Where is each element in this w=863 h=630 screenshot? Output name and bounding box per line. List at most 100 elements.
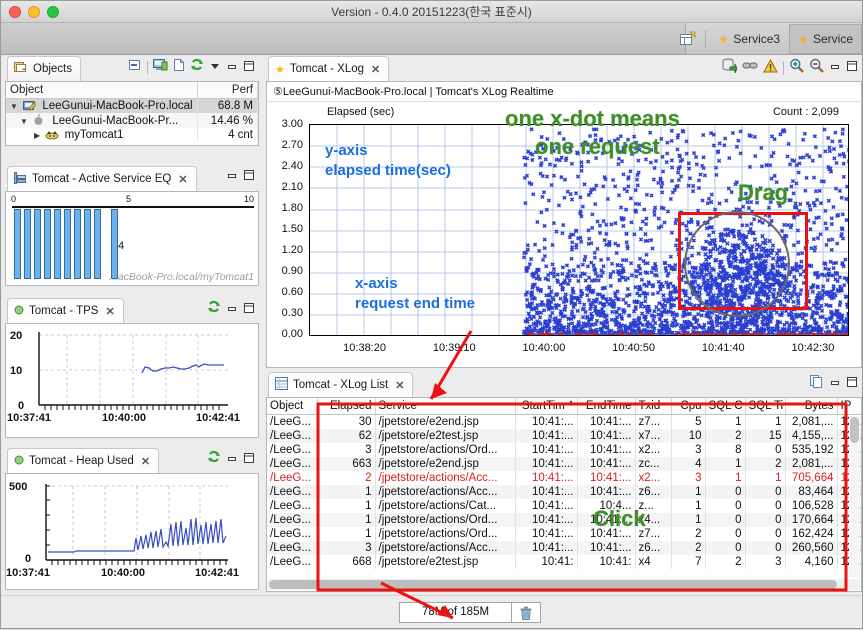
close-icon[interactable]: ✕ — [371, 63, 380, 76]
link-icon[interactable] — [742, 59, 758, 77]
xlog-table-container[interactable]: Object Elapsed Service StartTim ^ EndTim… — [266, 397, 862, 592]
vertical-scrollbar[interactable] — [849, 416, 860, 578]
column-header-ip[interactable]: IP — [837, 398, 861, 415]
minimize-icon[interactable] — [226, 451, 238, 469]
scrollbar-thumb[interactable] — [850, 417, 859, 443]
objects-view-toolbar[interactable] — [128, 58, 255, 77]
maximize-icon[interactable] — [243, 301, 255, 319]
object-cell[interactable]: ▼ LeeGunui-MacBook-Pro.local — [6, 98, 198, 113]
cell-txid: x7... — [635, 429, 672, 443]
column-header-sqltime[interactable]: SQL Ti — [745, 398, 786, 415]
minimize-icon[interactable] — [226, 168, 238, 186]
table-row[interactable]: /LeeG... 1/jpetstore/actions/Ord... 10:41:… — [267, 513, 861, 527]
cell-cpu: 3 — [671, 443, 706, 457]
tps-toolbar[interactable] — [207, 300, 255, 319]
view-menu-icon[interactable] — [209, 59, 221, 77]
close-icon[interactable]: ✕ — [178, 173, 187, 186]
table-row[interactable]: /LeeG... 30/jpetstore/e2end.jsp 10:41:... 1… — [267, 414, 861, 429]
warning-icon[interactable] — [763, 58, 778, 78]
table-row[interactable]: /LeeG... 668/jpetstore/e2test.jsp 10:41: 10… — [267, 555, 861, 569]
trash-icon[interactable] — [512, 603, 540, 622]
column-header-object[interactable]: Object — [267, 398, 318, 415]
collapse-all-icon[interactable] — [128, 58, 142, 77]
close-icon[interactable]: ✕ — [395, 379, 404, 392]
xlog-plot-area[interactable]: Elapsed (sec) Count : 2,099 3.00 2.70 2.… — [267, 102, 861, 367]
cell-cpu: 1 — [671, 499, 706, 513]
horizontal-scrollbar[interactable] — [268, 579, 860, 590]
active-service-eq-toolbar[interactable] — [226, 168, 255, 186]
heap-toolbar[interactable] — [207, 450, 255, 469]
table-row[interactable]: /LeeG... 1/jpetstore/actions/Ord... 10:41:… — [267, 527, 861, 541]
heap-status[interactable]: 78M of 185M — [399, 602, 541, 623]
maximize-icon[interactable] — [846, 375, 858, 393]
xlog-toolbar[interactable] — [722, 58, 858, 78]
tab-xlog-list[interactable]: Tomcat - XLog List ✕ — [268, 372, 414, 397]
twisty-icon[interactable]: ▶ — [34, 131, 40, 140]
maximize-icon[interactable] — [243, 451, 255, 469]
perspective-tab-service3[interactable]: ★ Service3 — [710, 24, 790, 54]
table-row[interactable]: /LeeG... 1/jpetstore/actions/Cat... 10:41:… — [267, 499, 861, 513]
table-row[interactable]: /LeeG... 1/jpetstore/actions/Acc... 10:41:… — [267, 485, 861, 499]
twisty-icon[interactable]: ▼ — [10, 102, 18, 111]
tab-xlog[interactable]: ★ Tomcat - XLog ✕ — [268, 56, 390, 81]
column-header-bytes[interactable]: Bytes — [785, 398, 838, 415]
cell-txid: zc... — [635, 457, 672, 471]
xlog-list-toolbar[interactable] — [809, 374, 858, 394]
server-icon[interactable] — [153, 58, 168, 77]
table-row[interactable]: /LeeG... 3/jpetstore/actions/Ord... 10:41:… — [267, 443, 861, 457]
column-header-perf[interactable]: Perf — [197, 82, 259, 99]
cell-cpu: 3 — [671, 471, 706, 485]
table-row[interactable]: /LeeG... 3/jpetstore/actions/Acc... 10:41:… — [267, 541, 861, 555]
minimize-icon[interactable] — [226, 59, 238, 77]
zoom-out-icon[interactable] — [809, 58, 824, 78]
zoom-in-icon[interactable] — [789, 58, 804, 78]
minimize-icon[interactable] — [829, 375, 841, 393]
copy-icon[interactable] — [809, 374, 824, 394]
tab-objects[interactable]: Objects — [7, 56, 81, 81]
column-header-service[interactable]: Service — [375, 398, 516, 415]
table-row[interactable]: ▼ LeeGunui-MacBook-Pro.local 68.8 M — [6, 98, 259, 113]
maximize-icon[interactable] — [243, 168, 255, 186]
coolbar-area — [1, 23, 686, 54]
column-header-starttime[interactable]: StartTim ^ — [515, 398, 578, 415]
maximize-icon[interactable] — [846, 59, 858, 77]
tab-heap-used[interactable]: Tomcat - Heap Used ✕ — [7, 448, 160, 473]
column-header-elapsed[interactable]: Elapsed — [317, 398, 376, 415]
twisty-icon[interactable]: ▼ — [20, 117, 28, 126]
tab-active-service-eq[interactable]: Tomcat - Active Service EQ ✕ — [7, 166, 197, 191]
object-cell[interactable]: ▼ LeeGunui-MacBook-Pr... — [6, 113, 198, 128]
perspective-tab-label: Service — [812, 32, 853, 46]
close-icon[interactable]: ✕ — [105, 305, 114, 318]
column-header-txid[interactable]: Txid — [635, 398, 672, 415]
perspective-tab-service[interactable]: ★ Service — [789, 24, 862, 54]
table-row[interactable]: ▶ myTomcat1 4 cnt — [6, 128, 259, 142]
objects-table-container: Object Perf ▼ LeeGunui-MacBook-Pro.local… — [5, 81, 259, 146]
maximize-icon[interactable] — [243, 59, 255, 77]
scrollbar-thumb[interactable] — [269, 580, 838, 589]
heap-chart-container[interactable]: 500 0 10:37:41 10:40:00 10:42:41 — [5, 473, 259, 590]
close-icon[interactable]: ✕ — [141, 455, 150, 468]
refresh-icon[interactable] — [207, 300, 221, 319]
refresh-icon[interactable] — [207, 450, 221, 469]
tps-chart-container[interactable]: 20 10 0 10:37:41 10:40:00 10:42:41 — [5, 323, 259, 438]
tab-tps[interactable]: Tomcat - TPS ✕ — [7, 298, 124, 323]
object-cell[interactable]: ▶ myTomcat1 — [6, 128, 198, 142]
document-icon[interactable] — [173, 58, 185, 77]
open-perspective-icon[interactable] — [675, 24, 701, 54]
table-row[interactable]: /LeeG... 2/jpetstore/actions/Acc... 10:41:… — [267, 471, 861, 485]
table-row[interactable]: /LeeG... 62/jpetstore/e2test.jsp 10:41:...… — [267, 429, 861, 443]
xlog-table[interactable]: Object Elapsed Service StartTim ^ EndTim… — [267, 398, 861, 569]
refresh-icon[interactable] — [190, 58, 204, 77]
objects-table[interactable]: Object Perf ▼ LeeGunui-MacBook-Pro.local… — [6, 82, 259, 142]
column-header-cpu[interactable]: Cpu — [671, 398, 706, 415]
column-header-object[interactable]: Object — [6, 82, 198, 99]
table-row[interactable]: /LeeG... 663/jpetstore/e2end.jsp 10:41:...… — [267, 457, 861, 471]
minimize-icon[interactable] — [226, 301, 238, 319]
minimize-icon[interactable] — [829, 59, 841, 77]
eq-chart-container[interactable]: 0 5 10 4 ...acBook-Pro.local/myTomcat1 — [5, 191, 259, 286]
table-row[interactable]: ▼ LeeGunui-MacBook-Pr... 14.46 % — [6, 113, 259, 128]
column-header-endtime[interactable]: EndTime — [577, 398, 636, 415]
column-header-sqlcount[interactable]: SQL C — [705, 398, 746, 415]
tps-chart: 20 10 0 10:37:41 10:40:00 10:42:41 — [6, 324, 258, 437]
db-export-icon[interactable] — [722, 58, 738, 78]
